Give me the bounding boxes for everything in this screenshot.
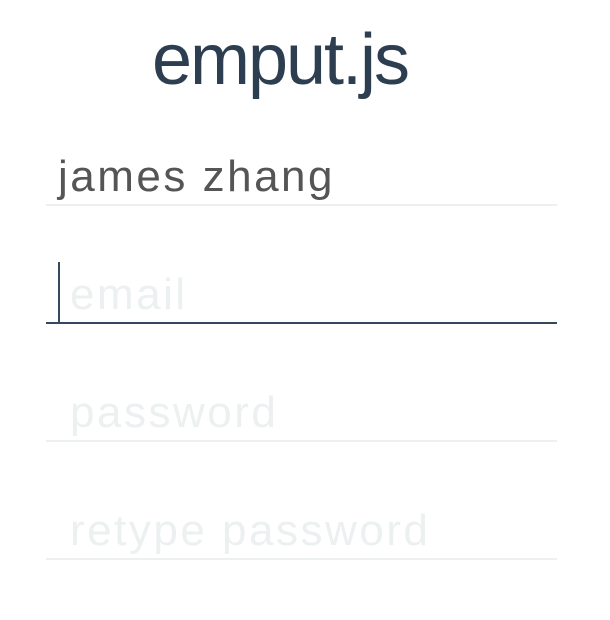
email-placeholder: email [70, 270, 188, 319]
password-field[interactable]: password [46, 380, 557, 442]
password-placeholder: password [70, 388, 279, 437]
name-value: james zhang [58, 152, 335, 201]
retype-password-placeholder: retype password [70, 506, 431, 555]
name-field[interactable]: james zhang [46, 144, 557, 206]
email-field[interactable]: email [46, 262, 557, 324]
retype-password-field[interactable]: retype password [46, 498, 557, 560]
app-title: emput.js [151, 20, 410, 100]
text-cursor [58, 262, 60, 322]
